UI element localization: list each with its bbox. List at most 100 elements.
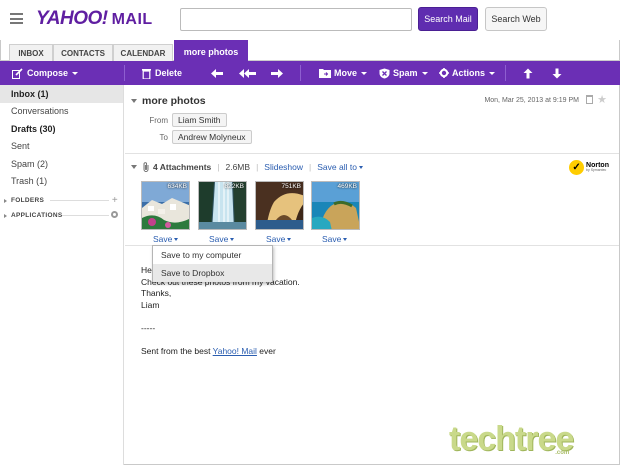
applications-gear-icon[interactable] bbox=[111, 211, 118, 218]
toolbar-divider bbox=[124, 65, 125, 81]
compose-chevron-down-icon bbox=[72, 71, 79, 75]
previous-message-button[interactable] bbox=[523, 61, 533, 85]
save-to-dropbox-option[interactable]: Save to Dropbox bbox=[153, 264, 272, 282]
save-attachment-button[interactable]: Save bbox=[266, 234, 292, 244]
delete-label: Delete bbox=[155, 68, 183, 78]
message-pane: more photos Mon, Mar 25, 2013 at 9:19 PM… bbox=[125, 85, 619, 465]
compose-icon bbox=[12, 67, 23, 79]
sidebar-item-drafts[interactable]: Drafts (30) bbox=[0, 120, 123, 138]
attachment-total-size: 2.6MB bbox=[225, 162, 251, 172]
sidebar-item-spam[interactable]: Spam (2) bbox=[0, 155, 123, 173]
message-subject: more photos bbox=[142, 95, 206, 107]
applications-label: APPLICATIONS bbox=[11, 212, 63, 219]
next-message-button[interactable] bbox=[552, 61, 562, 85]
reply-arrow-icon bbox=[211, 68, 223, 78]
logo-yahoo-text: YAHOO! bbox=[36, 8, 108, 29]
signature-separator: ----- bbox=[141, 322, 156, 333]
section-divider bbox=[50, 200, 109, 201]
chevron-down-icon bbox=[343, 237, 348, 241]
star-icon[interactable]: ★ bbox=[597, 93, 607, 106]
section-divider bbox=[62, 215, 109, 216]
body-line: Liam bbox=[141, 299, 160, 310]
sidebar-section-applications[interactable]: APPLICATIONS bbox=[0, 208, 123, 223]
folder-icon bbox=[319, 69, 331, 78]
yahoo-mail-logo[interactable]: YAHOO! MAIL bbox=[36, 8, 153, 30]
chevron-down-icon bbox=[287, 237, 292, 241]
delete-message-icon[interactable] bbox=[586, 95, 593, 104]
yahoo-mail-link[interactable]: Yahoo! Mail bbox=[213, 346, 257, 356]
save-all-label: Save all to bbox=[317, 162, 357, 172]
reply-button[interactable] bbox=[210, 61, 224, 85]
search-input[interactable] bbox=[180, 8, 412, 31]
save-all-link[interactable]: Save all to bbox=[317, 162, 363, 172]
compose-button[interactable]: Compose bbox=[12, 61, 79, 85]
separator: | bbox=[217, 162, 220, 172]
save-label: Save bbox=[266, 234, 286, 244]
compose-label: Compose bbox=[27, 68, 69, 78]
body-line: Thanks, bbox=[141, 288, 172, 298]
folders-label: FOLDERS bbox=[11, 197, 45, 204]
slideshow-link[interactable]: Slideshow bbox=[264, 162, 303, 172]
attachment-thumbnail[interactable]: 469KB bbox=[311, 181, 360, 230]
to-row: To Andrew Molyneux bbox=[147, 130, 252, 144]
search-mail-button[interactable]: Search Mail bbox=[418, 7, 478, 31]
reply-all-button[interactable] bbox=[239, 61, 257, 85]
reply-all-arrow-icon bbox=[239, 68, 256, 78]
expand-triangle-icon bbox=[4, 213, 7, 218]
arrow-down-icon bbox=[552, 68, 562, 78]
header-divider bbox=[125, 153, 619, 154]
toolbar-divider bbox=[505, 65, 506, 81]
recipient-chip[interactable]: Andrew Molyneux bbox=[172, 130, 252, 144]
toolbar: Compose Delete Move Spam Actions bbox=[0, 61, 620, 85]
move-chevron-down-icon bbox=[361, 71, 368, 75]
spam-chevron-down-icon bbox=[421, 71, 428, 75]
collapse-triangle-icon[interactable] bbox=[131, 165, 137, 169]
separator: | bbox=[256, 162, 259, 172]
tab-bar: INBOX CONTACTS CALENDAR more photos bbox=[0, 40, 620, 62]
search-web-button[interactable]: Search Web bbox=[485, 7, 547, 31]
norton-badge: ✓ Norton by Symantec bbox=[569, 160, 609, 175]
message-header[interactable]: more photos bbox=[131, 95, 206, 107]
sender-chip[interactable]: Liam Smith bbox=[172, 113, 227, 127]
from-label: From bbox=[149, 115, 168, 125]
sidebar-item-inbox[interactable]: Inbox (1) bbox=[0, 85, 123, 103]
actions-label: Actions bbox=[452, 68, 486, 78]
attachment-thumbnail[interactable]: 634KB bbox=[141, 181, 190, 230]
save-attachment-button[interactable]: Save bbox=[153, 234, 179, 244]
sidebar-item-sent[interactable]: Sent bbox=[0, 138, 123, 156]
message-date: Mon, Mar 25, 2013 at 9:19 PM bbox=[484, 97, 579, 104]
attachment-size: 634KB bbox=[167, 183, 187, 190]
move-button[interactable]: Move bbox=[319, 61, 368, 85]
signature: Sent from the best Yahoo! Mail ever bbox=[141, 346, 300, 358]
tab-inbox[interactable]: INBOX bbox=[9, 44, 53, 61]
attachment-size: 822KB bbox=[224, 183, 244, 190]
sidebar-item-conversations[interactable]: Conversations bbox=[0, 103, 123, 121]
norton-check-icon: ✓ bbox=[569, 160, 585, 175]
tab-contacts[interactable]: CONTACTS bbox=[53, 44, 113, 61]
save-dropdown-menu: Save to my computer Save to Dropbox bbox=[152, 245, 273, 282]
header: YAHOO! MAIL Search Mail Search Web bbox=[0, 0, 620, 40]
arrow-up-icon bbox=[523, 68, 533, 78]
attachment-thumbnail[interactable]: 751KB bbox=[255, 181, 304, 230]
sidebar-item-trash[interactable]: Trash (1) bbox=[0, 173, 123, 191]
tab-calendar[interactable]: CALENDAR bbox=[113, 44, 173, 61]
add-folder-icon[interactable]: + bbox=[112, 195, 118, 206]
attachment-count: 4 Attachments bbox=[153, 162, 212, 172]
collapse-triangle-icon bbox=[131, 99, 137, 103]
forward-button[interactable] bbox=[270, 61, 284, 85]
save-attachment-button[interactable]: Save bbox=[209, 234, 235, 244]
tab-more-photos[interactable]: more photos bbox=[174, 40, 248, 62]
attachments-bar: 4 Attachments | 2.6MB | Slideshow | Save… bbox=[131, 162, 363, 172]
sidebar-section-folders[interactable]: FOLDERS + bbox=[0, 193, 123, 208]
hamburger-menu-icon[interactable] bbox=[10, 13, 23, 24]
save-attachment-button[interactable]: Save bbox=[322, 234, 348, 244]
from-row: From Liam Smith bbox=[147, 113, 227, 127]
spam-button[interactable]: Spam bbox=[379, 61, 428, 85]
chevron-down-icon bbox=[174, 237, 179, 241]
to-label: To bbox=[159, 132, 168, 142]
save-to-computer-option[interactable]: Save to my computer bbox=[153, 246, 272, 264]
attachment-thumbnail[interactable]: 822KB bbox=[198, 181, 247, 230]
delete-button[interactable]: Delete bbox=[142, 61, 182, 85]
actions-button[interactable]: Actions bbox=[439, 61, 496, 85]
